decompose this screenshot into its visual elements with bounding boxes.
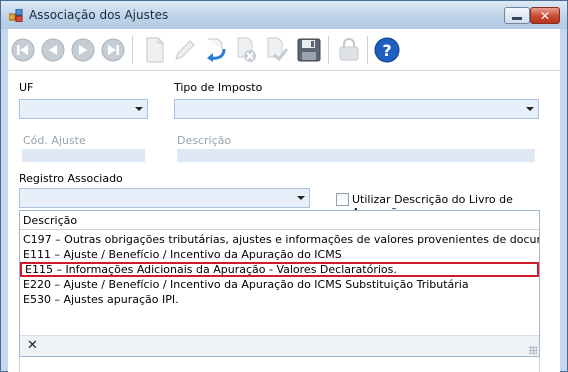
first-record-icon [11, 38, 35, 62]
app-icon [9, 9, 23, 22]
previous-record-icon [41, 38, 65, 62]
registro-dropdown-list: Descrição C197 – Outras obrigações tribu… [19, 210, 540, 357]
close-icon: ✕ [539, 8, 551, 23]
form-content: ? UF Tipo de Imposto Cód. Ajuste Descriç… [8, 29, 560, 372]
edit-button[interactable] [172, 37, 198, 63]
new-button[interactable] [142, 37, 168, 63]
edit-pencil-icon [175, 40, 195, 60]
confirm-button[interactable] [264, 37, 290, 63]
tipo-imposto-select[interactable] [174, 99, 539, 119]
descricao-label: Descrição [177, 134, 232, 147]
svg-text:?: ? [382, 41, 391, 60]
toolbar: ? [8, 29, 560, 71]
help-button[interactable]: ? [374, 37, 400, 63]
toolbar-separator [132, 36, 133, 64]
lock-button[interactable] [336, 37, 362, 63]
utilizar-descricao-checkbox[interactable] [336, 193, 349, 206]
next-record-icon [71, 38, 95, 62]
list-item[interactable]: E530 – Ajustes apuração IPI. [20, 292, 539, 307]
registro-associado-label: Registro Associado [19, 172, 123, 185]
chevron-down-icon [297, 196, 305, 200]
column-header-label: Descrição [23, 214, 78, 227]
main-window: Associação dos Ajustes ✕ ? UF Tipo de Im… [0, 0, 568, 372]
dropdown-column-header: Descrição [20, 211, 539, 230]
new-document-icon [146, 37, 164, 63]
list-item[interactable]: E220 – Ajuste / Benefício / Incentivo da… [20, 277, 539, 292]
window-title: Associação dos Ajustes [29, 8, 169, 22]
next-record-button[interactable] [70, 37, 96, 63]
list-item-selected[interactable]: E115 – Informações Adicionais da Apuraçã… [20, 262, 539, 277]
minimize-button[interactable] [504, 7, 530, 24]
help-icon: ? [374, 37, 400, 63]
tipo-imposto-label: Tipo de Imposto [174, 81, 263, 94]
uf-select[interactable] [19, 99, 148, 119]
list-item[interactable]: E111 – Ajuste / Benefício / Incentivo da… [20, 247, 539, 262]
title-bar[interactable]: Associação dos Ajustes ✕ [1, 1, 567, 29]
save-disk-icon [297, 38, 321, 62]
cod-ajuste-field [22, 149, 145, 162]
resize-grip-icon[interactable] [529, 346, 537, 354]
previous-record-button[interactable] [40, 37, 66, 63]
first-record-button[interactable] [10, 37, 36, 63]
chevron-down-icon [135, 107, 143, 111]
lock-icon [339, 38, 359, 61]
last-record-button[interactable] [100, 37, 126, 63]
delete-icon [237, 37, 256, 62]
minimize-icon [512, 17, 522, 20]
cod-ajuste-label: Cód. Ajuste [23, 134, 86, 147]
toolbar-separator [328, 36, 329, 64]
confirm-icon [267, 37, 289, 62]
delete-button[interactable] [234, 37, 260, 63]
descricao-field [177, 149, 535, 162]
toolbar-separator [367, 36, 368, 64]
undo-button[interactable] [204, 37, 230, 63]
registro-associado-select[interactable] [19, 188, 310, 208]
lower-panel [19, 357, 540, 372]
last-record-icon [101, 38, 125, 62]
close-button[interactable]: ✕ [530, 7, 560, 24]
list-item[interactable]: C197 – Outras obrigações tributárias, aj… [20, 232, 539, 247]
chevron-down-icon [526, 107, 534, 111]
dropdown-footer: ✕ [20, 335, 539, 356]
save-button[interactable] [296, 37, 322, 63]
clear-selection-icon[interactable]: ✕ [27, 338, 38, 353]
uf-label: UF [19, 81, 34, 94]
undo-arrow-icon [207, 38, 226, 62]
